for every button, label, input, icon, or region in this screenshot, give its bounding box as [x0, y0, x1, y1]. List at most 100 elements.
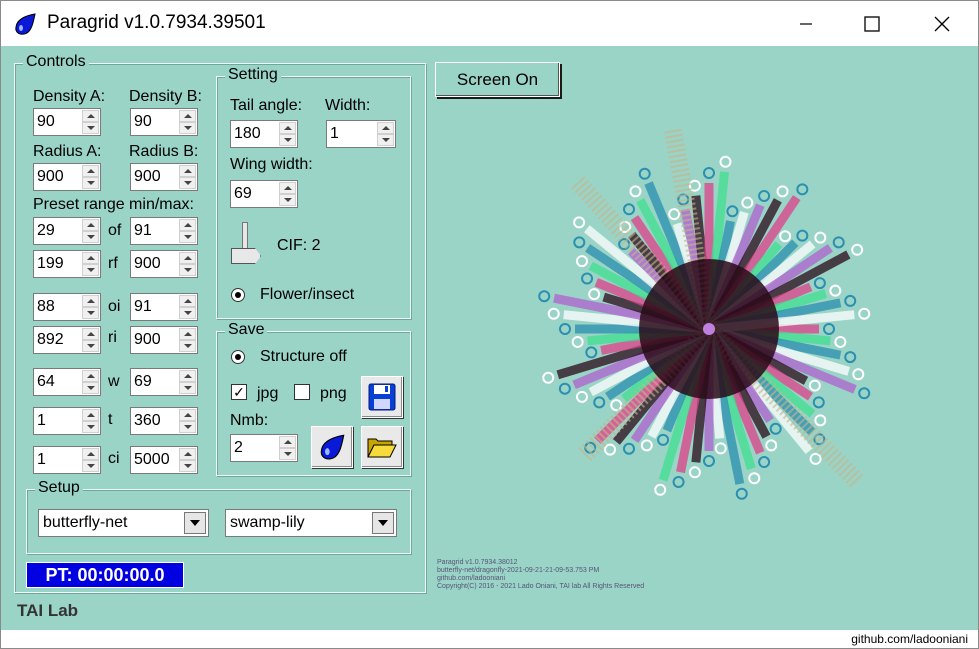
close-button[interactable]: [913, 1, 971, 46]
radius-a-spinner[interactable]: 900: [33, 163, 101, 191]
preset-max-spinner[interactable]: 900: [130, 250, 198, 278]
structure-off-radio[interactable]: [231, 350, 245, 364]
spin-up-arrow[interactable]: [179, 328, 196, 340]
tail-angle-value: 180: [234, 125, 261, 142]
spin-down-arrow[interactable]: [82, 460, 99, 472]
spin-down-arrow[interactable]: [82, 340, 99, 352]
preset-min-value: 1: [37, 412, 46, 429]
spin-up-arrow[interactable]: [279, 436, 296, 448]
flower-insect-radio[interactable]: [231, 288, 245, 302]
title-bar[interactable]: Paragrid v1.0.7934.39501: [1, 1, 978, 46]
art-meta-line: Paragrid v1.0.7934.38012: [437, 559, 518, 566]
chevron-down-icon[interactable]: [184, 512, 206, 534]
spin-down-arrow[interactable]: [82, 307, 99, 319]
preset-max-spinner[interactable]: 360: [130, 407, 198, 435]
spin-down-arrow[interactable]: [179, 231, 196, 243]
spin-down-arrow[interactable]: [82, 122, 99, 134]
preset-min-spinner[interactable]: 88: [33, 293, 101, 321]
spin-up-arrow[interactable]: [82, 110, 99, 122]
png-label: png: [320, 385, 347, 402]
preset-max-spinner[interactable]: 5000: [130, 446, 198, 474]
spin-down-arrow[interactable]: [179, 340, 196, 352]
preset-range-label: Preset range min/max:: [33, 196, 194, 213]
spin-up-arrow[interactable]: [179, 448, 196, 460]
spin-up-arrow[interactable]: [82, 448, 99, 460]
spin-down-arrow[interactable]: [279, 448, 296, 460]
flower-insect-label: Flower/insect: [260, 286, 355, 303]
density-b-spinner[interactable]: 90: [130, 108, 198, 136]
preset-max-spinner[interactable]: 900: [130, 326, 198, 354]
spin-up-arrow[interactable]: [179, 219, 196, 231]
spin-up-arrow[interactable]: [179, 110, 196, 122]
preset-min-spinner[interactable]: 199: [33, 250, 101, 278]
preset-type-combobox[interactable]: butterfly-net: [38, 509, 209, 537]
preset-min-spinner[interactable]: 29: [33, 217, 101, 245]
spin-down-arrow[interactable]: [377, 134, 394, 146]
spin-down-arrow[interactable]: [179, 177, 196, 189]
preset-min-spinner[interactable]: 64: [33, 368, 101, 396]
tail-angle-spinner[interactable]: 180: [230, 120, 298, 148]
preset-min-spinner[interactable]: 1: [33, 407, 101, 435]
chevron-down-icon[interactable]: [372, 512, 394, 534]
spin-up-arrow[interactable]: [179, 295, 196, 307]
save-button[interactable]: [361, 376, 403, 418]
open-folder-button[interactable]: [361, 426, 403, 468]
preset-max-spinner[interactable]: 91: [130, 217, 198, 245]
radius-a-value: 900: [37, 168, 64, 185]
spin-up-arrow[interactable]: [82, 328, 99, 340]
spin-down-arrow[interactable]: [82, 177, 99, 189]
spin-down-arrow[interactable]: [279, 194, 296, 206]
spin-down-arrow[interactable]: [82, 231, 99, 243]
preset-name-combobox[interactable]: swamp-lily: [225, 509, 397, 537]
spin-down-arrow[interactable]: [82, 264, 99, 276]
spin-up-arrow[interactable]: [377, 122, 394, 134]
spin-up-arrow[interactable]: [179, 252, 196, 264]
preset-min-value: 29: [37, 222, 55, 239]
spin-down-arrow[interactable]: [179, 264, 196, 276]
preset-min-value: 1: [37, 451, 46, 468]
spin-up-arrow[interactable]: [279, 182, 296, 194]
radius-b-spinner[interactable]: 900: [130, 163, 198, 191]
spin-down-arrow[interactable]: [179, 382, 196, 394]
spin-up-arrow[interactable]: [82, 219, 99, 231]
radius-b-label: Radius B:: [129, 143, 199, 160]
wing-width-spinner[interactable]: 69: [230, 180, 298, 208]
density-a-spinner[interactable]: 90: [33, 108, 101, 136]
preset-max-spinner[interactable]: 69: [130, 368, 198, 396]
spin-up-arrow[interactable]: [279, 122, 296, 134]
preset-min-spinner[interactable]: 1: [33, 446, 101, 474]
github-link[interactable]: github.com/ladooniani: [851, 632, 968, 646]
screen-on-button[interactable]: Screen On: [435, 62, 560, 97]
spin-down-arrow[interactable]: [279, 134, 296, 146]
spin-up-arrow[interactable]: [179, 409, 196, 421]
generate-button[interactable]: [311, 426, 353, 468]
spin-up-arrow[interactable]: [179, 165, 196, 177]
floppy-disk-icon: [368, 383, 396, 411]
art-meta-line: github.com/ladooniani: [437, 575, 506, 582]
minimize-button[interactable]: [777, 1, 835, 46]
spin-up-arrow[interactable]: [82, 165, 99, 177]
preset-max-value: 91: [134, 222, 152, 239]
width-spinner[interactable]: 1: [326, 120, 396, 148]
cif-slider-thumb[interactable]: [231, 248, 261, 264]
spin-down-arrow[interactable]: [179, 307, 196, 319]
spin-up-arrow[interactable]: [179, 370, 196, 382]
nmb-spinner[interactable]: 2: [230, 434, 298, 462]
window-title: Paragrid v1.0.7934.39501: [47, 12, 266, 33]
spin-up-arrow[interactable]: [82, 252, 99, 264]
jpg-checkbox[interactable]: ✓: [231, 384, 247, 400]
preset-max-spinner[interactable]: 91: [130, 293, 198, 321]
cif-label: CIF: 2: [277, 237, 321, 254]
spin-down-arrow[interactable]: [82, 421, 99, 433]
preset-min-spinner[interactable]: 892: [33, 326, 101, 354]
png-checkbox[interactable]: [294, 384, 310, 400]
spin-down-arrow[interactable]: [179, 460, 196, 472]
spin-up-arrow[interactable]: [82, 370, 99, 382]
spin-down-arrow[interactable]: [179, 122, 196, 134]
spin-down-arrow[interactable]: [179, 421, 196, 433]
maximize-button[interactable]: [843, 1, 901, 46]
spin-down-arrow[interactable]: [82, 382, 99, 394]
art-meta-line: butterfly-net/dragonfly-2021-09-21-21-09…: [437, 567, 600, 574]
spin-up-arrow[interactable]: [82, 409, 99, 421]
spin-up-arrow[interactable]: [82, 295, 99, 307]
